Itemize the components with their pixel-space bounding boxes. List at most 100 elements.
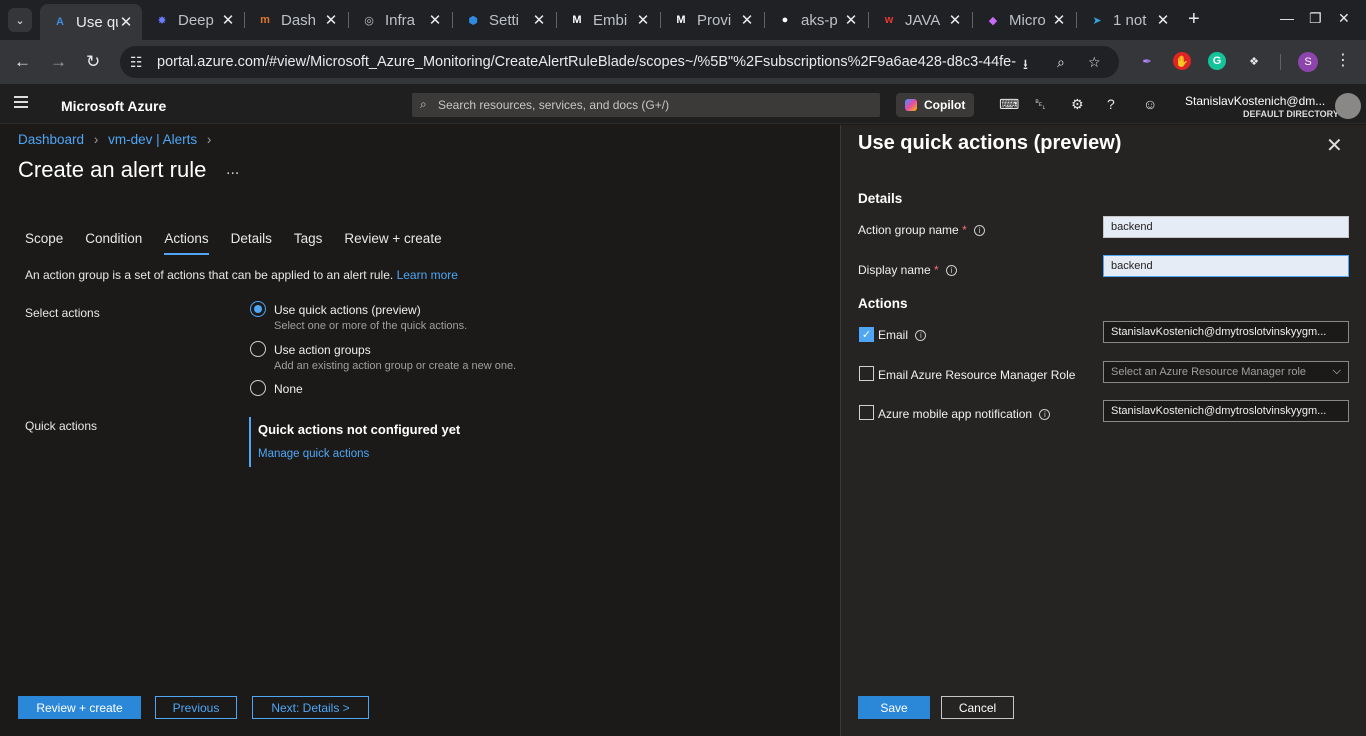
chevron-right-icon: › bbox=[206, 132, 212, 147]
browser-tab-5[interactable]: M Embi ✕ bbox=[557, 6, 659, 34]
breadcrumb: Dashboard › vm-dev | Alerts › bbox=[18, 132, 217, 147]
close-tab-icon[interactable]: ✕ bbox=[739, 11, 755, 29]
maximize-window-icon[interactable]: ❐ bbox=[1309, 10, 1322, 27]
save-button[interactable]: Save bbox=[858, 696, 930, 719]
reload-icon[interactable]: ↻ bbox=[86, 52, 100, 72]
manage-quick-actions-link[interactable]: Manage quick actions bbox=[258, 448, 369, 460]
learn-more-link[interactable]: Learn more bbox=[397, 268, 458, 282]
adblock-extension-icon[interactable]: ✋ bbox=[1173, 52, 1191, 70]
tab-title: Embi bbox=[593, 11, 628, 29]
tab-review-create[interactable]: Review + create bbox=[344, 231, 441, 255]
radio-quick-actions[interactable] bbox=[250, 301, 266, 317]
help-icon[interactable]: ? bbox=[1107, 96, 1115, 112]
mobile-notification-checkbox[interactable] bbox=[859, 405, 874, 420]
required-marker: * bbox=[962, 223, 967, 237]
arm-role-checkbox[interactable] bbox=[859, 366, 874, 381]
action-group-name-label: Action group name * i bbox=[858, 223, 986, 237]
mobile-notification-label: Azure mobile app notification i bbox=[878, 407, 1051, 421]
forward-arrow-icon[interactable]: → bbox=[50, 52, 67, 72]
cloud-shell-icon[interactable]: ⌨ bbox=[999, 96, 1019, 113]
browser-tab-8[interactable]: w JAVA ✕ bbox=[869, 6, 971, 34]
new-tab-plus-icon[interactable]: + bbox=[1188, 8, 1200, 31]
page-title: Create an alert rule bbox=[18, 157, 207, 182]
feather-extension-icon[interactable]: ✒ bbox=[1138, 52, 1156, 70]
previous-button[interactable]: Previous bbox=[155, 696, 237, 719]
browser-tab-7[interactable]: ● aks-p ✕ bbox=[765, 6, 867, 34]
user-name[interactable]: StanislavKostenich@dm... bbox=[1185, 94, 1325, 108]
browser-tab-1[interactable]: ✸ Deep ✕ bbox=[142, 6, 244, 34]
medium-favicon-icon: M bbox=[572, 14, 582, 26]
close-tab-icon[interactable]: ✕ bbox=[427, 11, 443, 29]
grammarly-extension-icon[interactable]: G bbox=[1208, 52, 1226, 70]
minimize-window-icon[interactable]: — bbox=[1280, 10, 1294, 26]
none-option-label[interactable]: None bbox=[274, 382, 303, 396]
close-tab-icon[interactable]: ✕ bbox=[118, 13, 134, 31]
user-avatar[interactable] bbox=[1335, 93, 1361, 119]
site-settings-icon[interactable]: ☷ bbox=[130, 54, 143, 71]
close-tab-icon[interactable]: ✕ bbox=[843, 11, 859, 29]
tab-scope[interactable]: Scope bbox=[25, 231, 63, 255]
cancel-button[interactable]: Cancel bbox=[941, 696, 1014, 719]
extensions-puzzle-icon[interactable]: ❖ bbox=[1245, 52, 1263, 70]
browser-tab-2[interactable]: m Dash ✕ bbox=[245, 6, 347, 34]
global-search[interactable]: ⌕ bbox=[412, 93, 880, 117]
email-input[interactable]: StanislavKostenich@dmytroslotvinskyygm..… bbox=[1103, 321, 1349, 343]
breadcrumb-vm-dev-alerts[interactable]: vm-dev | Alerts bbox=[108, 132, 197, 147]
url-text[interactable]: portal.azure.com/#view/Microsoft_Azure_M… bbox=[157, 54, 1017, 70]
bookmark-star-icon[interactable]: ☆ bbox=[1088, 54, 1101, 71]
close-tab-icon[interactable]: ✕ bbox=[635, 11, 651, 29]
tab-search-button[interactable]: ⌄ bbox=[8, 8, 32, 32]
browser-tab-0[interactable]: A Use qu ✕ bbox=[40, 4, 142, 40]
review-create-button[interactable]: Review + create bbox=[18, 696, 141, 719]
azure-brand[interactable]: Microsoft Azure bbox=[61, 98, 166, 114]
mobile-notification-input[interactable]: StanislavKostenich@dmytroslotvinskyygm..… bbox=[1103, 400, 1349, 422]
search-icon: ⌕ bbox=[420, 97, 427, 111]
install-app-icon[interactable]: ⭳ bbox=[1023, 54, 1028, 78]
close-tab-icon[interactable]: ✕ bbox=[323, 11, 339, 29]
select-actions-label: Select actions bbox=[25, 306, 100, 320]
arm-role-select[interactable]: Select an Azure Resource Manager role ⌵ bbox=[1103, 361, 1349, 383]
notifications-bell-icon[interactable]: ␇ bbox=[1035, 96, 1046, 113]
more-options-icon[interactable]: ... bbox=[226, 161, 239, 179]
tab-actions[interactable]: Actions bbox=[164, 231, 209, 255]
action-group-name-input[interactable]: backend bbox=[1103, 216, 1349, 238]
profile-avatar[interactable]: S bbox=[1298, 52, 1318, 72]
close-tab-icon[interactable]: ✕ bbox=[947, 11, 963, 29]
next-details-button[interactable]: Next: Details > bbox=[252, 696, 369, 719]
close-tab-icon[interactable]: ✕ bbox=[1051, 11, 1067, 29]
radio-action-groups[interactable] bbox=[250, 341, 266, 357]
quick-actions-option-label[interactable]: Use quick actions (preview) bbox=[274, 303, 421, 317]
search-input[interactable] bbox=[438, 93, 868, 117]
breadcrumb-dashboard[interactable]: Dashboard bbox=[18, 132, 84, 147]
copilot-button[interactable]: Copilot bbox=[896, 93, 974, 117]
info-icon[interactable]: i bbox=[1039, 409, 1051, 421]
close-tab-icon[interactable]: ✕ bbox=[1155, 11, 1171, 29]
close-tab-icon[interactable]: ✕ bbox=[531, 11, 547, 29]
browser-tab-6[interactable]: M Provi ✕ bbox=[661, 6, 763, 34]
zoom-icon[interactable]: ⌕ bbox=[1057, 54, 1065, 71]
tab-details[interactable]: Details bbox=[231, 231, 272, 255]
browser-tab-10[interactable]: ➤ 1 not ✕ bbox=[1077, 6, 1179, 34]
tab-tags[interactable]: Tags bbox=[294, 231, 323, 255]
browser-tab-4[interactable]: ⬢ Setti ✕ bbox=[453, 6, 555, 34]
tab-condition[interactable]: Condition bbox=[85, 231, 142, 255]
browser-menu-icon[interactable]: ⋮ bbox=[1335, 50, 1351, 70]
portal-menu-icon[interactable] bbox=[14, 96, 28, 108]
back-arrow-icon[interactable]: ← bbox=[14, 52, 31, 72]
feedback-icon[interactable]: ☺ bbox=[1143, 96, 1157, 112]
info-icon[interactable]: i bbox=[915, 330, 927, 342]
display-name-input[interactable]: backend bbox=[1103, 255, 1349, 277]
close-pane-icon[interactable]: ✕ bbox=[1326, 133, 1343, 158]
close-window-icon[interactable]: ✕ bbox=[1338, 10, 1350, 27]
info-icon[interactable]: i bbox=[974, 225, 986, 237]
close-tab-icon[interactable]: ✕ bbox=[220, 11, 236, 29]
info-icon[interactable]: i bbox=[946, 265, 958, 277]
browser-tab-3[interactable]: ◎ Infra ✕ bbox=[349, 6, 451, 34]
settings-gear-icon[interactable]: ⚙ bbox=[1071, 96, 1084, 113]
action-groups-option-label[interactable]: Use action groups bbox=[274, 343, 371, 357]
browser-tab-9[interactable]: ◆ Micro ✕ bbox=[973, 6, 1075, 34]
email-checkbox[interactable]: ✓ bbox=[859, 327, 874, 342]
radio-none[interactable] bbox=[250, 380, 266, 396]
action-group-name-text: Action group name bbox=[858, 223, 959, 237]
address-bar[interactable]: ☷ portal.azure.com/#view/Microsoft_Azure… bbox=[120, 46, 1119, 78]
